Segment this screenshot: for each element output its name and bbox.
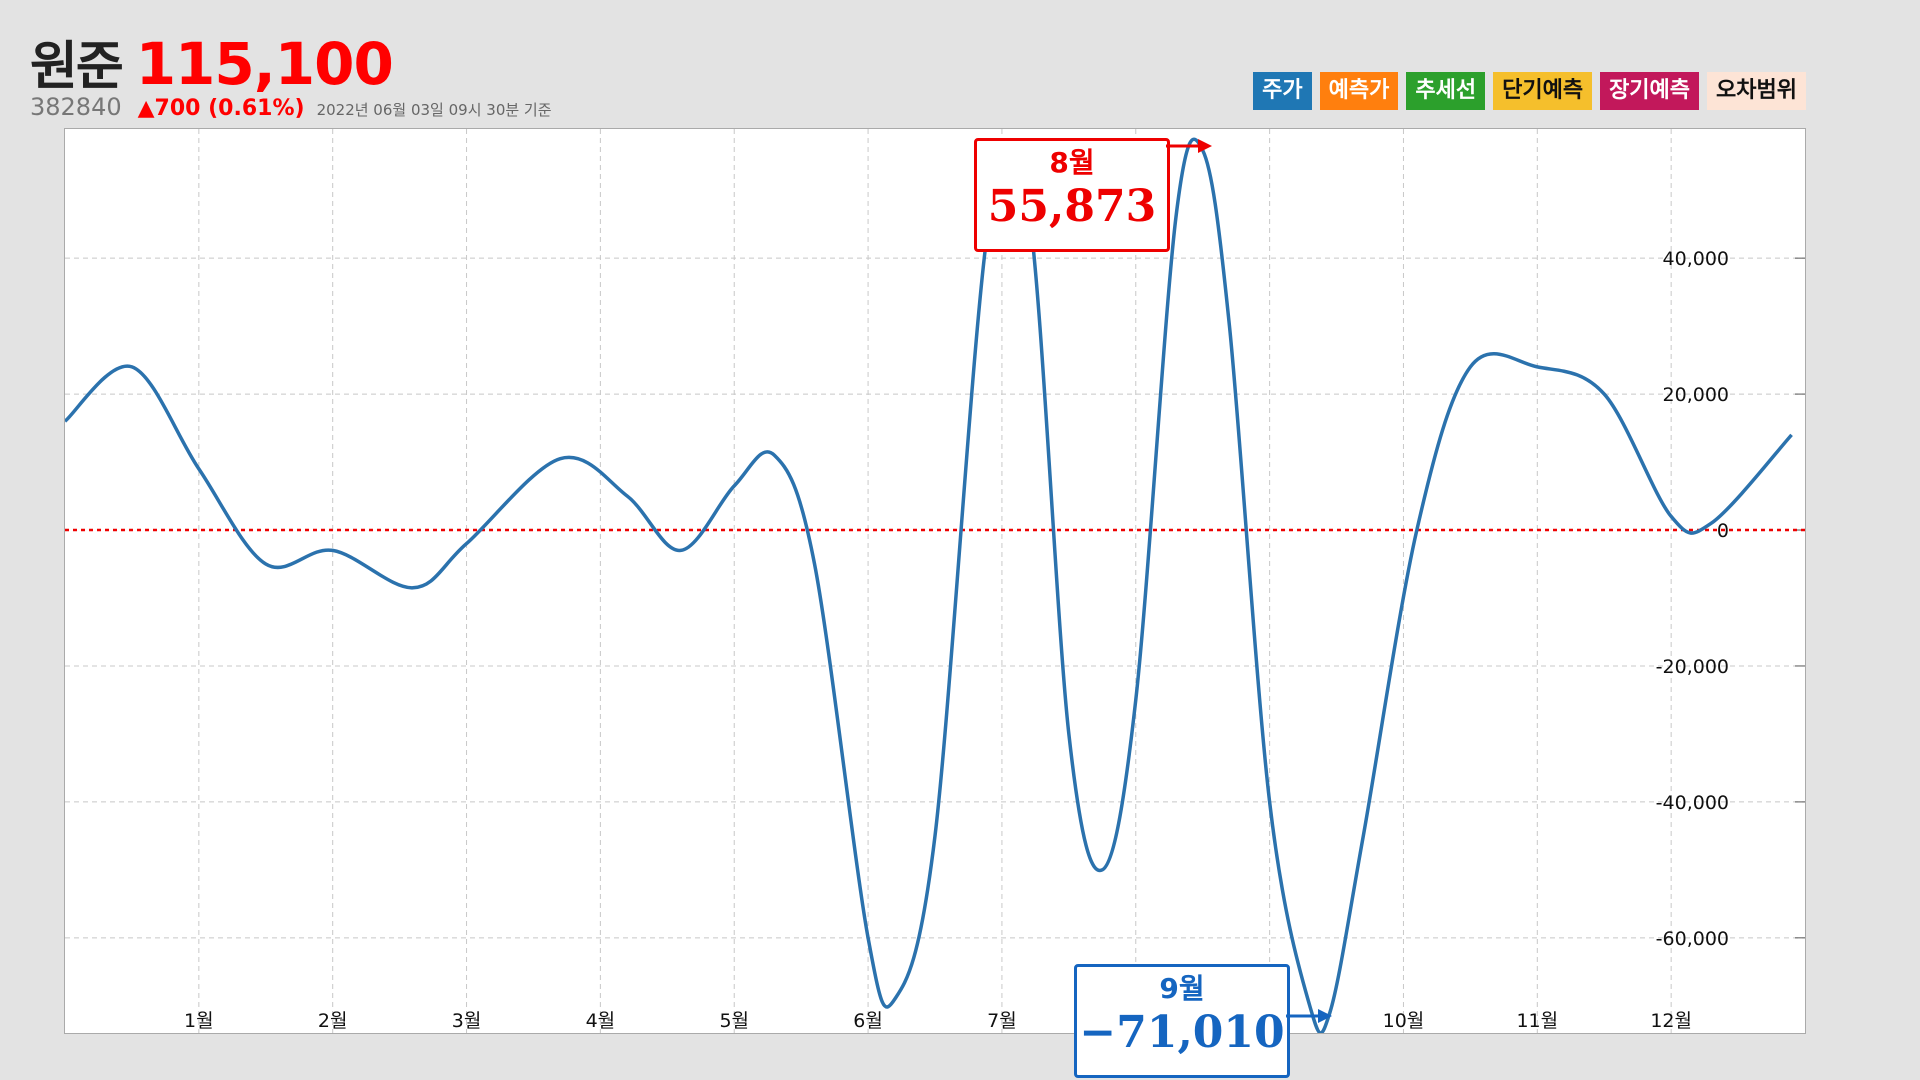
min-callout-value: −71,010 (1079, 1007, 1285, 1058)
sub-row: 382840 ▲700 (0.61%) 2022년 06월 03일 09시 30… (30, 93, 552, 121)
min-callout: 9월 −71,010 (1074, 964, 1290, 1078)
legend-item: 예측가 (1319, 72, 1399, 110)
x-tick-label: 7월 (987, 1010, 1017, 1032)
max-callout-value: 55,873 (987, 181, 1157, 232)
x-tick-label: 1월 (184, 1010, 214, 1032)
y-tick-label: 20,000 (1663, 384, 1729, 406)
y-tick-label: -20,000 (1656, 656, 1729, 678)
max-arrow-icon (1166, 139, 1212, 153)
x-tick-label: 3월 (452, 1010, 482, 1032)
line-chart: 1월2월3월4월5월6월7월8월9월10월11월12월40,00020,0000… (65, 129, 1805, 1033)
x-tick-label: 4월 (586, 1010, 616, 1032)
header: 원준 115,100 382840 ▲700 (0.61%) 2022년 06월… (30, 24, 552, 121)
x-tick-label: 6월 (853, 1010, 883, 1032)
stock-price: 115,100 (135, 30, 394, 98)
y-tick-label: 40,000 (1663, 248, 1729, 270)
min-callout-month: 9월 (1159, 972, 1205, 1005)
stock-code: 382840 (30, 93, 122, 121)
legend: 주가 예측가 추세선 단기예측 장기예측 오차범위 (1253, 72, 1806, 110)
price-change: ▲700 (0.61%) (137, 96, 305, 121)
legend-item: 단기예측 (1493, 72, 1593, 110)
y-tick-label: -40,000 (1656, 792, 1729, 814)
y-tick-label: -60,000 (1656, 928, 1729, 950)
legend-item: 오차범위 (1707, 72, 1806, 110)
title-row: 원준 115,100 (30, 24, 552, 99)
legend-item: 추세선 (1406, 72, 1486, 110)
x-tick-label: 11월 (1516, 1010, 1558, 1032)
max-callout-month: 8월 (1049, 146, 1095, 179)
legend-item: 주가 (1253, 72, 1312, 110)
legend-item: 장기예측 (1600, 72, 1700, 110)
x-tick-label: 12월 (1650, 1010, 1692, 1032)
x-tick-label: 2월 (318, 1010, 348, 1032)
as-of-timestamp: 2022년 06월 03일 09시 30분 기준 (316, 101, 552, 119)
max-callout: 8월 55,873 (974, 138, 1170, 252)
x-tick-label: 5월 (719, 1010, 749, 1032)
min-arrow-icon (1286, 1009, 1332, 1023)
x-tick-label: 10월 (1383, 1010, 1425, 1032)
plot-area: 1월2월3월4월5월6월7월8월9월10월11월12월40,00020,0000… (64, 128, 1806, 1034)
price-series-line (65, 137, 1793, 1033)
stock-name: 원준 (30, 37, 124, 97)
